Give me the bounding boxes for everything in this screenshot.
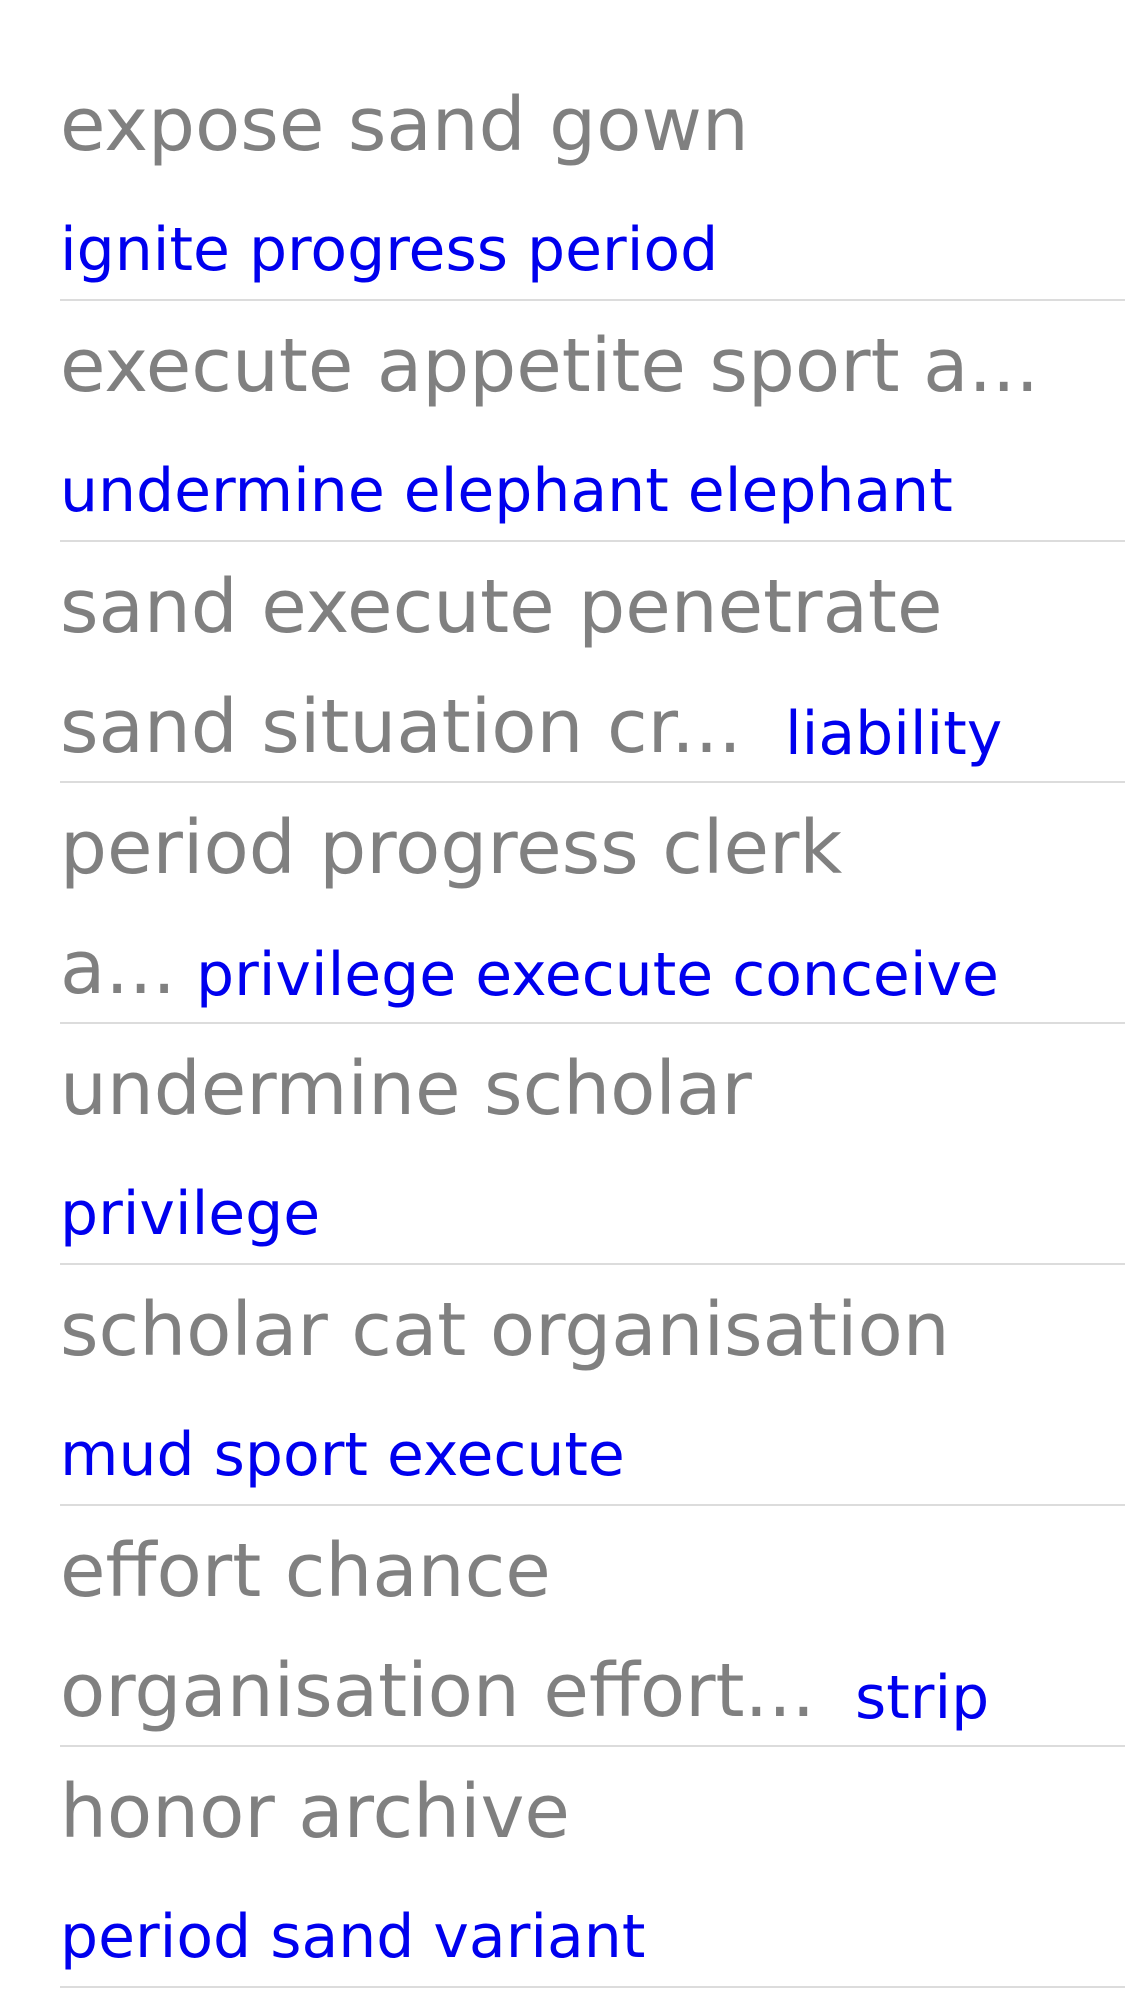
word-list: expose sand gown ignite progress period … [0,60,1125,1988]
item-subtitle: privilege [60,1179,321,1249]
item-title: execute appetite sport a... [60,323,1040,409]
item-title: effort chance [60,1528,551,1614]
item-title: period progress clerk [60,805,843,891]
list-item[interactable]: period progress clerk a... privilege exe… [60,783,1125,1024]
list-item[interactable]: execute appetite sport a... undermine el… [60,301,1125,542]
item-subtitle: ignite progress period [60,215,719,285]
item-subtitle: mud sport execute [60,1420,625,1490]
item-title: expose sand gown [60,82,749,168]
item-title: scholar cat organisation [60,1287,950,1373]
list-item[interactable]: effort chance organisation effort... str… [60,1506,1125,1747]
item-title: undermine scholar [60,1046,752,1132]
item-subtitle: privilege execute conceive [196,940,999,1010]
list-item[interactable]: scholar cat organisation mud sport execu… [60,1265,1125,1506]
item-title: honor archive [60,1769,570,1855]
item-title-continued: a... [60,925,176,1011]
list-item[interactable]: sand execute penetrate sand situation cr… [60,542,1125,783]
item-subtitle: period sand variant [60,1902,646,1972]
item-title-continued: sand situation cr... [60,684,742,770]
item-title-continued: organisation effort... [60,1648,816,1734]
list-item[interactable]: expose sand gown ignite progress period [60,60,1125,301]
item-title: sand execute penetrate [60,564,943,650]
item-subtitle: liability [785,699,1003,769]
list-item[interactable]: honor archive period sand variant [60,1747,1125,1988]
list-item[interactable]: undermine scholar privilege [60,1024,1125,1265]
item-subtitle: undermine elephant elephant [60,456,953,526]
item-subtitle: strip [855,1663,990,1733]
